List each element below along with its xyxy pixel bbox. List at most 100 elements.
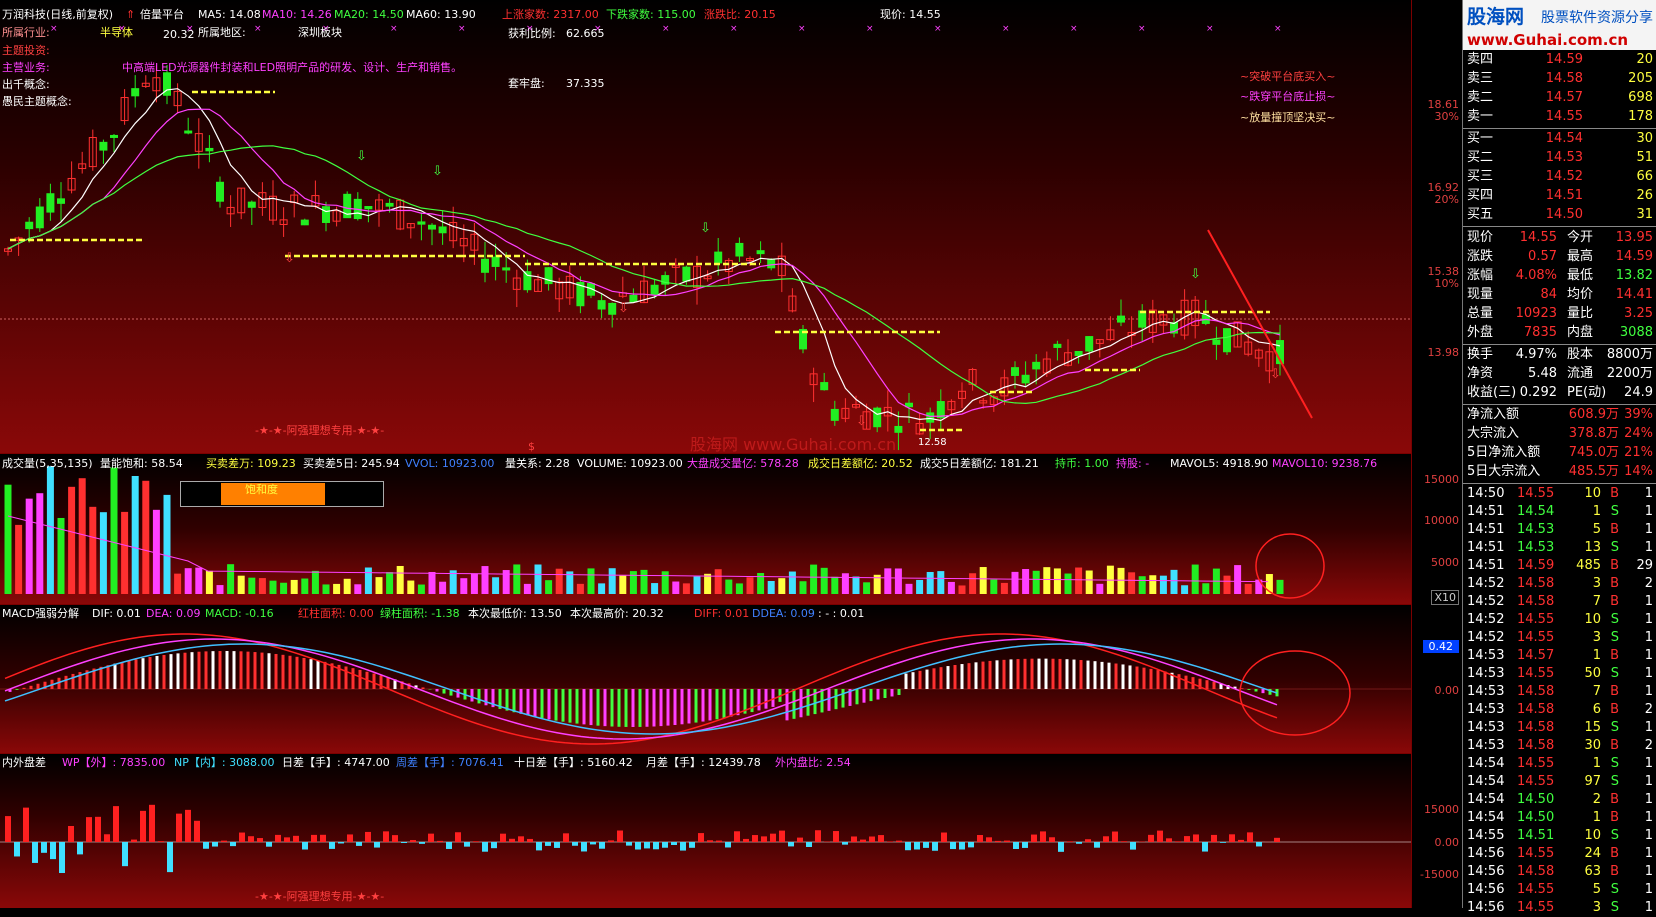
volume-bar	[344, 579, 351, 594]
order-row-volume: 20	[1636, 51, 1653, 69]
io-bar	[122, 842, 128, 866]
volume-bar	[185, 568, 192, 594]
order-row: 卖一14.55178	[1463, 108, 1656, 126]
flow-row-value: 485.5万	[1569, 463, 1619, 481]
tick-row-time: 14:50	[1467, 485, 1504, 503]
volume-bar	[513, 564, 520, 594]
volume-bar	[471, 573, 478, 594]
tick-row-time: 14:53	[1467, 737, 1504, 755]
volume-title: 成交量(5,35,135)	[2, 457, 93, 471]
tick-row: 14:5214.553S1	[1463, 629, 1656, 647]
price-axis: 18.61 30% 16.92 20% 15.38 10% 13.98 1500…	[1411, 0, 1463, 908]
volume-bar	[1033, 571, 1040, 594]
tick-row: 14:5314.5815S1	[1463, 719, 1656, 737]
tick-row: 14:5214.583B2	[1463, 575, 1656, 593]
quote-row: 净资5.48流通2200万	[1463, 365, 1656, 383]
volume-day-diff: 成交日差额亿: 20.52	[808, 457, 913, 471]
candle-body	[598, 301, 605, 309]
top-marker-icon: ×	[730, 24, 738, 34]
vol-axis-x10: X10	[1431, 590, 1459, 605]
volume-bar	[810, 565, 817, 594]
io-bar	[860, 840, 866, 842]
io-bar	[185, 810, 191, 842]
volume-bar	[68, 487, 75, 594]
tick-row: 14:5214.587B1	[1463, 593, 1656, 611]
tick-row-count: 1	[1645, 665, 1653, 683]
volume-bar	[789, 572, 796, 594]
tick-row-count: 2	[1645, 737, 1653, 755]
io-bar	[1112, 832, 1118, 842]
tick-row-side: B	[1610, 485, 1619, 503]
ma5-value: MA5: 14.08	[198, 8, 261, 22]
io-week-diff: 周差【手】: 7076.41	[396, 756, 504, 770]
logo-tagline: 股票软件资源分享	[1541, 9, 1653, 27]
tick-row-price: 14.58	[1517, 593, 1554, 611]
volume-bar	[1224, 576, 1231, 594]
volume-value: VOLUME: 10923.00	[577, 457, 683, 471]
io-bar	[428, 834, 434, 842]
volume-bar	[588, 568, 595, 594]
order-row: 买四14.5126	[1463, 187, 1656, 205]
io-bar	[194, 821, 200, 842]
saturation-label: 饱和度	[245, 483, 278, 497]
tick-row-side: B	[1610, 647, 1619, 665]
volume-chart[interactable]	[0, 454, 1411, 604]
volume-bar	[439, 582, 446, 594]
tick-row: 14:5614.555S1	[1463, 881, 1656, 899]
order-row: 买二14.5351	[1463, 149, 1656, 167]
order-row-label: 买一	[1467, 130, 1493, 148]
io-bar	[635, 842, 641, 850]
tick-row-price: 14.55	[1517, 755, 1554, 773]
red-area: 红柱面积: 0.00	[298, 607, 374, 621]
macd-panel[interactable]	[0, 605, 1411, 754]
candle-body	[1054, 344, 1061, 347]
volume-bar	[280, 583, 287, 594]
io-panel[interactable]	[0, 754, 1411, 908]
candle-body	[831, 409, 838, 420]
tick-row-volume: 6	[1593, 701, 1601, 719]
io-bar	[464, 842, 470, 847]
candle-body	[1224, 329, 1231, 352]
io-bar	[419, 842, 425, 844]
io-chart[interactable]	[0, 754, 1411, 908]
quote-panel[interactable]: 股海网 股票软件资源分享 www.Guhai.com.cn 卖四14.5920卖…	[1462, 0, 1656, 908]
volume-bar	[927, 572, 934, 594]
tick-row-time: 14:55	[1467, 827, 1504, 845]
quote-row-label2: 今开	[1567, 229, 1593, 247]
io-wp: WP【外】: 7835.00	[62, 756, 165, 770]
volume-bar	[376, 577, 383, 594]
quote-row-label1: 外盘	[1467, 324, 1493, 342]
volume-bar	[906, 584, 913, 594]
volume-bar	[556, 569, 563, 594]
tick-row-volume: 7	[1593, 683, 1601, 701]
tick-row: 14:5314.571B1	[1463, 647, 1656, 665]
quote-row-value1: 10923	[1516, 305, 1557, 323]
io-bar	[1256, 842, 1262, 846]
volume-bar	[959, 585, 966, 594]
tick-row: 14:5114.541S1	[1463, 503, 1656, 521]
candle-body	[609, 303, 616, 314]
tick-row-count: 1	[1645, 647, 1653, 665]
tick-row-price: 14.58	[1517, 737, 1554, 755]
quote-row-label2: 内盘	[1567, 324, 1593, 342]
macd-chart[interactable]	[0, 605, 1411, 753]
io-bar	[725, 842, 731, 847]
candle-body	[323, 207, 330, 223]
volume-bar	[1001, 583, 1008, 594]
tick-row-price: 14.55	[1517, 899, 1554, 917]
order-row-volume: 31	[1636, 206, 1653, 224]
tick-row-volume: 1	[1593, 647, 1601, 665]
volume-bar	[1234, 565, 1241, 594]
top-marker-icon: ×	[50, 24, 58, 34]
vol-axis-2: 10000	[1424, 514, 1459, 527]
quote-row-label2: 均价	[1567, 286, 1593, 304]
volume-bar	[884, 568, 891, 594]
tick-row-price: 14.53	[1517, 521, 1554, 539]
separator	[1463, 226, 1656, 227]
tick-row-volume: 30	[1584, 737, 1601, 755]
candle-body	[874, 408, 881, 427]
io-bar	[833, 831, 839, 842]
candle-body	[630, 295, 637, 301]
guhai-logo: 股海网 股票软件资源分享 www.Guhai.com.cn	[1463, 0, 1656, 50]
volume-panel[interactable]	[0, 454, 1411, 605]
